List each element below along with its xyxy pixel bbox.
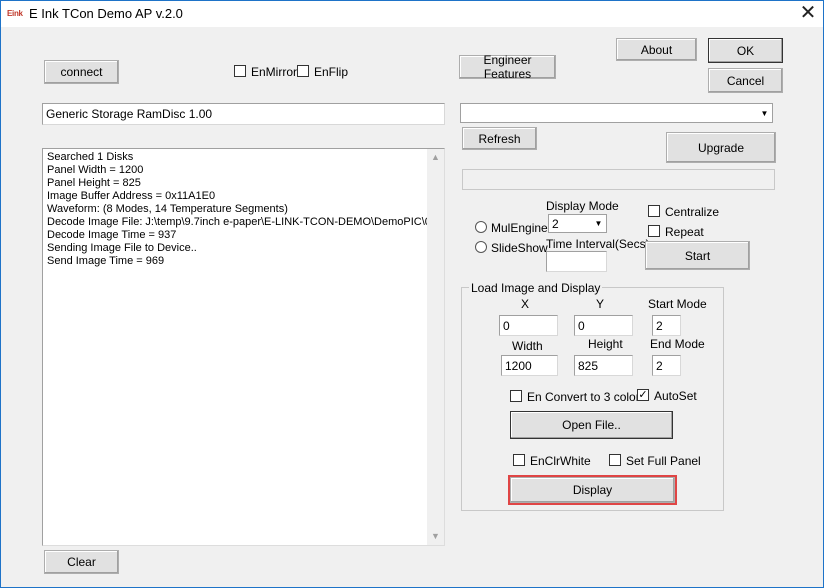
ok-button[interactable]: OK bbox=[708, 38, 783, 63]
scroll-down-icon[interactable]: ▼ bbox=[427, 528, 444, 545]
upgrade-button[interactable]: Upgrade bbox=[666, 132, 776, 163]
end-mode-label: End Mode bbox=[650, 337, 705, 351]
height-input[interactable]: 825 bbox=[574, 355, 633, 376]
slideshow-label: SlideShow bbox=[491, 241, 548, 255]
convert-3-color-checkbox[interactable] bbox=[510, 390, 522, 402]
refresh-button[interactable]: Refresh bbox=[462, 127, 537, 150]
enmirror-checkbox[interactable] bbox=[234, 65, 246, 77]
enmirror-label: EnMirror bbox=[251, 65, 298, 79]
y-label: Y bbox=[596, 297, 605, 311]
scroll-up-icon[interactable]: ▲ bbox=[427, 149, 444, 166]
mulengine-label: MulEngine bbox=[491, 221, 548, 235]
connect-button[interactable]: connect bbox=[44, 60, 119, 84]
y-input[interactable]: 0 bbox=[574, 315, 633, 336]
height-label: Height bbox=[588, 337, 623, 351]
close-icon[interactable]: ✕ bbox=[797, 2, 819, 24]
window-title: E Ink TCon Demo AP v.2.0 bbox=[29, 6, 183, 21]
log-line: Decode Image File: J:\temp\9.7inch e-pap… bbox=[47, 216, 427, 228]
set-full-panel-checkbox[interactable] bbox=[609, 454, 621, 466]
log-lines: Searched 1 Disks Panel Width = 1200 Pane… bbox=[47, 151, 427, 268]
enclrwhite-checkbox[interactable] bbox=[513, 454, 525, 466]
time-interval-label: Time Interval(Secs) bbox=[546, 237, 650, 251]
clear-button[interactable]: Clear bbox=[44, 550, 119, 574]
x-input[interactable]: 0 bbox=[499, 315, 558, 336]
chevron-down-icon[interactable]: ▼ bbox=[757, 104, 772, 122]
main-window: Eink E Ink TCon Demo AP v.2.0 ✕ connect … bbox=[0, 0, 824, 588]
log-line: Sending Image File to Device.. bbox=[47, 242, 197, 254]
convert-3-color-label: En Convert to 3 color bbox=[527, 390, 640, 404]
log-line: Decode Image Time = 937 bbox=[47, 229, 177, 241]
log-line: Panel Height = 825 bbox=[47, 177, 141, 189]
log-line: Waveform: (8 Modes, 14 Temperature Segme… bbox=[47, 203, 288, 215]
load-image-group-title: Load Image and Display bbox=[469, 281, 603, 295]
start-mode-label: Start Mode bbox=[648, 297, 707, 311]
end-mode-input[interactable]: 2 bbox=[652, 355, 681, 376]
log-scrollbar[interactable]: ▲ ▼ bbox=[427, 149, 444, 545]
display-mode-select[interactable]: 2 ▼ bbox=[548, 214, 607, 233]
centralize-label: Centralize bbox=[665, 205, 720, 219]
log-line: Searched 1 Disks bbox=[47, 151, 134, 163]
display-mode-label: Display Mode bbox=[546, 199, 619, 213]
log-line: Image Buffer Address = 0x11A1E0 bbox=[47, 190, 216, 202]
mulengine-radio[interactable] bbox=[475, 221, 487, 233]
cancel-button[interactable]: Cancel bbox=[708, 68, 783, 93]
display-mode-value: 2 bbox=[552, 216, 559, 231]
app-logo-icon: Eink bbox=[7, 9, 23, 18]
log-output[interactable]: Searched 1 Disks Panel Width = 1200 Pane… bbox=[42, 148, 445, 546]
start-button[interactable]: Start bbox=[645, 241, 750, 270]
autoset-checkbox[interactable]: ✓ bbox=[637, 389, 649, 401]
enclrwhite-label: EnClrWhite bbox=[530, 454, 591, 468]
display-button[interactable]: Display bbox=[508, 475, 677, 505]
set-full-panel-label: Set Full Panel bbox=[626, 454, 701, 468]
centralize-checkbox[interactable] bbox=[648, 205, 660, 217]
repeat-checkbox[interactable] bbox=[648, 225, 660, 237]
x-label: X bbox=[521, 297, 530, 311]
about-button[interactable]: About bbox=[616, 38, 697, 61]
enflip-label: EnFlip bbox=[314, 65, 349, 79]
repeat-label: Repeat bbox=[665, 225, 704, 239]
open-file-button[interactable]: Open File.. bbox=[510, 411, 673, 439]
time-interval-input[interactable] bbox=[546, 251, 607, 272]
title-bar: Eink E Ink TCon Demo AP v.2.0 ✕ bbox=[1, 1, 823, 27]
enflip-checkbox[interactable] bbox=[297, 65, 309, 77]
width-input[interactable]: 1200 bbox=[501, 355, 558, 376]
slideshow-radio[interactable] bbox=[475, 241, 487, 253]
log-line: Send Image Time = 969 bbox=[47, 255, 165, 267]
storage-field[interactable]: Generic Storage RamDisc 1.00 bbox=[42, 103, 445, 125]
chevron-down-icon[interactable]: ▼ bbox=[591, 215, 606, 232]
start-mode-input[interactable]: 2 bbox=[652, 315, 681, 336]
engineer-features-button[interactable]: Engineer Features bbox=[459, 53, 556, 81]
log-line: Panel Width = 1200 bbox=[47, 164, 144, 176]
autoset-label: AutoSet bbox=[654, 389, 697, 403]
width-label: Width bbox=[512, 339, 543, 353]
device-select[interactable]: ▼ bbox=[460, 103, 773, 123]
progress-field bbox=[462, 169, 775, 190]
